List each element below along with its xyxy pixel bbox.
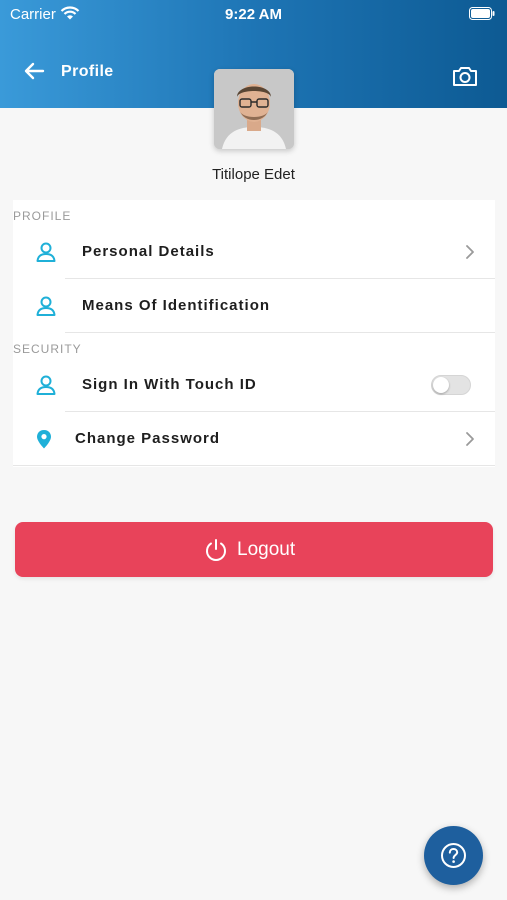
chevron-right-icon [466, 432, 474, 446]
section-label-security: SECURITY [13, 342, 82, 356]
row-label-change-password: Change Password [75, 430, 221, 447]
row-means-of-identification[interactable]: Means Of Identification [13, 280, 495, 333]
user-icon [36, 296, 56, 316]
touch-id-toggle[interactable] [431, 375, 471, 395]
row-change-password[interactable]: Change Password [13, 413, 495, 466]
row-label-means-of-identification: Means Of Identification [82, 297, 271, 314]
divider [65, 411, 495, 412]
divider [13, 465, 495, 466]
divider [65, 332, 495, 333]
row-label-personal-details: Personal Details [82, 243, 215, 260]
user-icon [36, 242, 56, 262]
toggle-knob [433, 377, 449, 393]
help-button[interactable] [424, 826, 483, 885]
user-name: Titilope Edet [212, 166, 295, 183]
row-touch-id[interactable]: Sign In With Touch ID [13, 359, 495, 412]
help-icon [441, 843, 466, 868]
status-bar: Carrier 9:22 AM [0, 0, 507, 30]
avatar[interactable] [214, 69, 294, 149]
location-pin-icon [37, 430, 51, 449]
divider [65, 278, 495, 279]
logout-label: Logout [237, 539, 296, 560]
avatar-photo [214, 69, 294, 149]
chevron-right-icon [466, 245, 474, 259]
power-icon [206, 539, 226, 561]
settings-card: PROFILE Personal Details Means Of Identi… [13, 200, 495, 467]
user-icon [36, 375, 56, 395]
row-personal-details[interactable]: Personal Details [13, 226, 495, 279]
section-label-profile: PROFILE [13, 209, 72, 223]
battery-icon [469, 7, 495, 20]
row-label-touch-id: Sign In With Touch ID [82, 376, 257, 393]
arrow-left-icon[interactable] [22, 60, 46, 82]
status-time: 9:22 AM [225, 6, 282, 23]
page-title: Profile [61, 63, 114, 80]
logout-button[interactable]: Logout [15, 522, 493, 577]
camera-icon[interactable] [451, 64, 479, 88]
